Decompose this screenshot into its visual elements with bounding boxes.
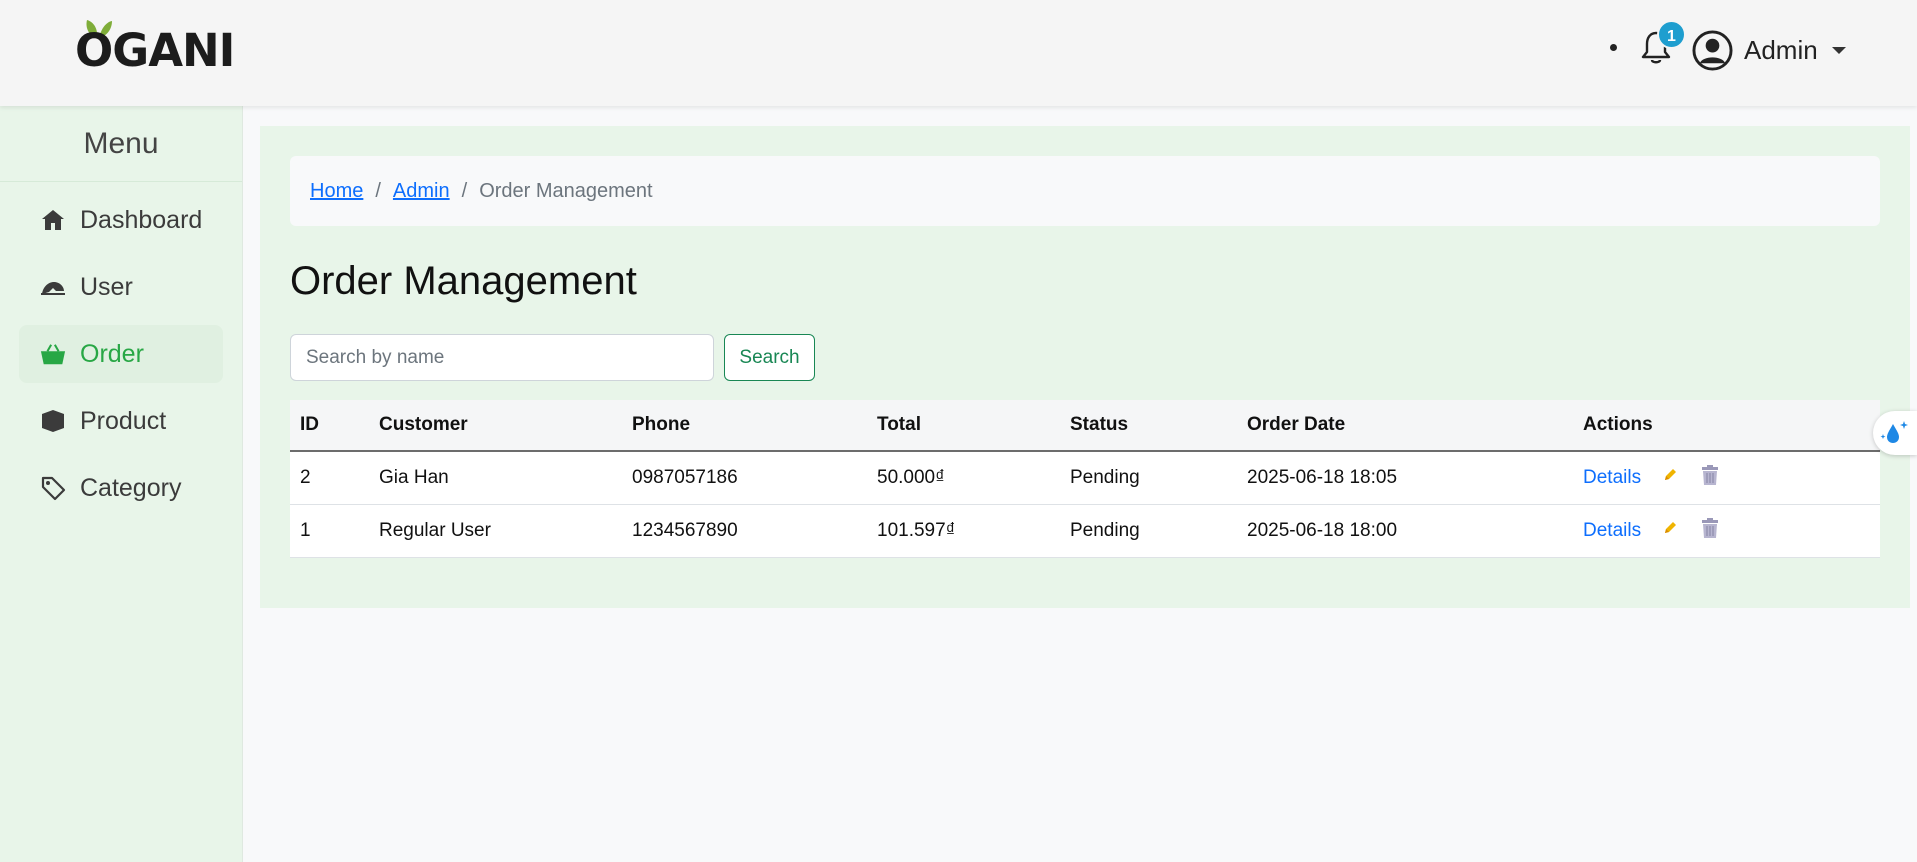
sidebar-item-category[interactable]: Category	[19, 459, 223, 517]
notification-badge: 1	[1657, 20, 1686, 49]
cell-customer: Gia Han	[369, 451, 622, 505]
cell-phone: 1234567890	[622, 504, 867, 558]
sidebar-item-label: Product	[80, 406, 167, 435]
basket-icon	[40, 341, 66, 367]
breadcrumb-admin-link[interactable]: Admin	[393, 180, 450, 203]
trash-icon[interactable]	[1700, 464, 1720, 492]
sidebar-item-label: Dashboard	[80, 205, 203, 234]
search-button[interactable]: Search	[724, 334, 815, 381]
pencil-icon[interactable]	[1662, 467, 1678, 489]
breadcrumb-home-link[interactable]: Home	[310, 180, 363, 203]
table-row: 1 Regular User 1234567890 101.597₫ Pendi…	[290, 504, 1880, 558]
top-navbar: OGANI 1 Admin	[0, 0, 1917, 106]
column-header-total: Total	[867, 400, 1060, 452]
sidebar-item-label: Order	[80, 339, 144, 368]
droplet-sparkle-icon	[1880, 421, 1908, 443]
home-icon	[40, 207, 66, 233]
table-row: 2 Gia Han 0987057186 50.000₫ Pending 202…	[290, 451, 1880, 505]
cell-actions: Details	[1573, 451, 1880, 505]
column-header-customer: Customer	[369, 400, 622, 452]
user-name: Admin	[1744, 34, 1818, 65]
details-link[interactable]: Details	[1583, 520, 1641, 541]
cell-status: Pending	[1060, 504, 1237, 558]
cell-total: 101.597₫	[867, 504, 1060, 558]
cell-status: Pending	[1060, 451, 1237, 505]
cell-id: 1	[290, 504, 369, 558]
sidebar-menu: Dashboard User Order Product Category	[0, 182, 242, 535]
breadcrumb-separator: /	[375, 179, 381, 202]
breadcrumb-current: Order Management	[479, 179, 653, 202]
cell-order-date: 2025-06-18 18:05	[1237, 451, 1573, 505]
sidebar-item-label: User	[80, 272, 133, 301]
sidebar-item-order[interactable]: Order	[19, 325, 223, 383]
trash-icon[interactable]	[1700, 517, 1720, 545]
cell-customer: Regular User	[369, 504, 622, 558]
box-icon	[40, 408, 66, 434]
ogani-logo[interactable]: OGANI	[75, 14, 235, 78]
breadcrumb-separator: /	[461, 179, 468, 202]
column-header-actions: Actions	[1573, 400, 1880, 452]
sidebar: Menu Dashboard User Order Product Catego…	[0, 106, 243, 862]
cell-order-date: 2025-06-18 18:00	[1237, 504, 1573, 558]
cell-total: 50.000₫	[867, 451, 1060, 505]
cell-actions: Details	[1573, 504, 1880, 558]
page-title: Order Management	[290, 259, 637, 303]
sidebar-item-dashboard[interactable]: Dashboard	[19, 191, 223, 249]
sidebar-item-label: Category	[80, 473, 182, 502]
main-content: Home / Admin / Order Management Order Ma…	[260, 126, 1910, 608]
column-header-order-date: Order Date	[1237, 400, 1573, 452]
caret-down-icon	[1831, 46, 1846, 54]
sidebar-item-user[interactable]: User	[19, 258, 223, 316]
orders-table: ID Customer Phone Total Status Order Dat…	[290, 400, 1880, 558]
pencil-icon[interactable]	[1662, 520, 1678, 542]
search-input[interactable]	[290, 334, 714, 381]
cell-id: 2	[290, 451, 369, 505]
logo-text: OGANI	[75, 24, 235, 77]
breadcrumb: Home / Admin / Order Management	[290, 156, 1880, 226]
column-header-id: ID	[290, 400, 369, 452]
tag-icon	[40, 475, 66, 501]
sidebar-item-product[interactable]: Product	[19, 392, 223, 450]
column-header-phone: Phone	[622, 400, 867, 452]
column-header-status: Status	[1060, 400, 1237, 452]
details-link[interactable]: Details	[1583, 467, 1641, 488]
cell-phone: 0987057186	[622, 451, 867, 505]
sidebar-title: Menu	[0, 106, 242, 182]
user-menu-toggle[interactable]: Admin	[1692, 28, 1846, 72]
user-icon	[40, 274, 66, 300]
table-header-row: ID Customer Phone Total Status Order Dat…	[290, 400, 1880, 452]
nav-bullet	[1610, 44, 1617, 51]
floating-assistant-button[interactable]	[1873, 411, 1917, 455]
user-circle-icon	[1692, 29, 1733, 71]
